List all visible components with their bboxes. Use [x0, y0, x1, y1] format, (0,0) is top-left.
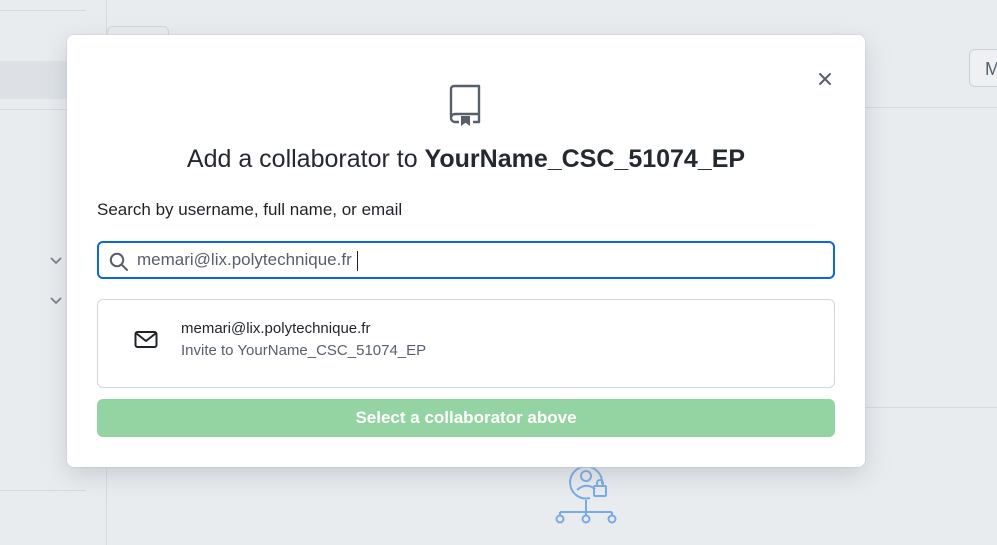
background-divider: [0, 490, 86, 491]
search-input[interactable]: [137, 243, 817, 277]
repo-icon: [449, 84, 481, 126]
search-label: Search by username, full name, or email: [97, 200, 403, 219]
background-divider: [865, 407, 997, 408]
search-field[interactable]: [97, 241, 835, 279]
repo-name: YourName_CSC_51074_EP: [424, 145, 746, 173]
mail-icon: [134, 331, 158, 348]
search-icon: [109, 252, 128, 271]
text-caret: [357, 251, 358, 271]
title-prefix: Add a collaborator to: [186, 145, 425, 173]
close-icon[interactable]: [815, 69, 835, 89]
people-lock-illustration-icon: [555, 465, 617, 524]
chevron-down-icon: [50, 297, 62, 305]
suggestion-invite-text: Invite to YourName_CSC_51074_EP: [181, 342, 427, 359]
invite-suggestion[interactable]: memari@lix.polytechnique.fr Invite to Yo…: [97, 299, 835, 388]
background-divider: [865, 107, 997, 108]
suggestion-email: memari@lix.polytechnique.fr: [181, 320, 371, 337]
add-collaborator-dialog: Add a collaborator to YourName_CSC_51074…: [67, 35, 865, 467]
add-collaborator-button[interactable]: Select a collaborator above: [97, 399, 835, 437]
chevron-down-icon: [50, 257, 62, 265]
background-divider: [0, 10, 86, 11]
background-button: M: [969, 49, 997, 87]
dialog-title: Add a collaborator to YourName_CSC_51074…: [67, 145, 865, 174]
